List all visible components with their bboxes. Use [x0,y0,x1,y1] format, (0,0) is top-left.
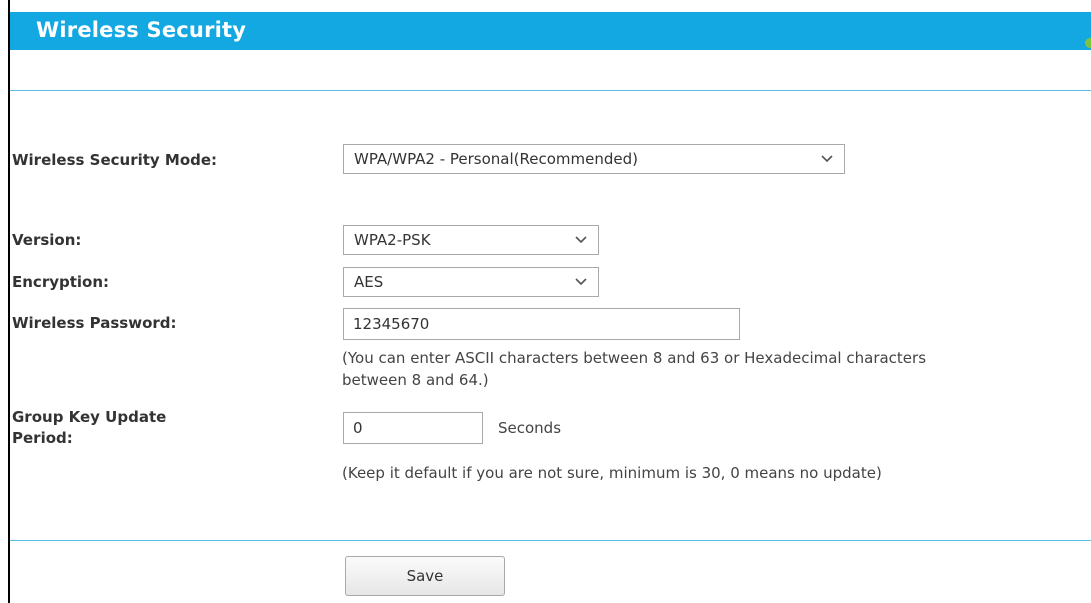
password-hint-line-1: (You can enter ASCII characters between … [342,349,927,367]
group-key-hint: (Keep it default if you are not sure, mi… [342,464,882,482]
version-select[interactable]: WPA2-PSK [343,225,599,255]
encryption-select[interactable]: AES [343,267,599,297]
security-mode-label: Wireless Security Mode: [12,151,218,169]
encryption-value: AES [354,273,384,291]
save-button[interactable]: Save [345,556,505,596]
version-label: Version: [12,231,82,249]
password-input[interactable] [343,308,740,340]
password-hint-line-2: between 8 and 64.) [342,371,489,389]
group-key-label-line-2: Period: [12,429,73,447]
divider-bottom [10,540,1091,541]
chevron-down-icon [575,236,587,244]
encryption-label: Encryption: [12,273,110,291]
divider-top [10,90,1091,91]
group-key-label-line-1: Group Key Update [12,408,167,426]
content-frame: Wireless Security Wireless Security Mode… [8,0,1091,603]
chevron-down-icon [575,278,587,286]
security-mode-value: WPA/WPA2 - Personal(Recommended) [354,150,639,168]
title-accent [1085,38,1091,48]
password-label: Wireless Password: [12,314,177,332]
group-key-period-input[interactable] [343,412,483,444]
version-value: WPA2-PSK [354,231,431,249]
security-mode-select[interactable]: WPA/WPA2 - Personal(Recommended) [343,144,845,174]
page-title: Wireless Security [36,18,247,42]
group-key-unit: Seconds [498,419,562,437]
title-bar: Wireless Security [10,12,1091,50]
chevron-down-icon [821,155,833,163]
